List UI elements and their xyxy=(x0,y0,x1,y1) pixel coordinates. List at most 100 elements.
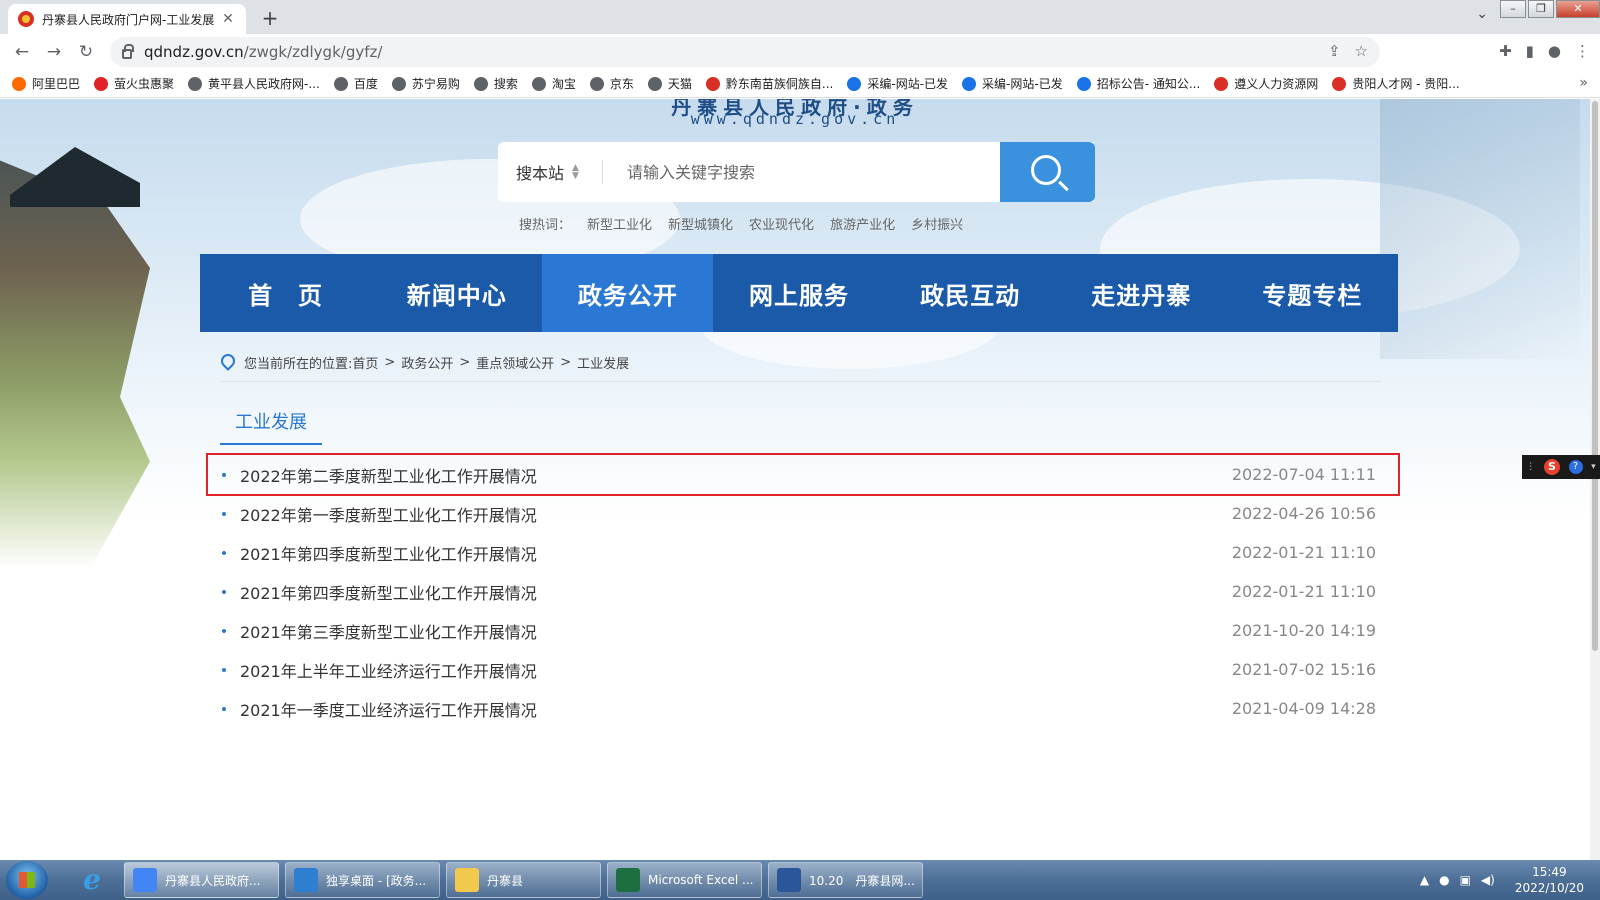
tray-expand-icon[interactable]: ▲ xyxy=(1420,873,1429,887)
bookmark-star-icon[interactable]: ☆ xyxy=(1355,42,1368,60)
bookmark-item[interactable]: 百度 xyxy=(333,75,378,92)
profile-avatar-icon[interactable]: ● xyxy=(1548,42,1561,60)
taskbar-window-button[interactable]: 独享桌面 - [政务... xyxy=(285,862,440,898)
ime-toolbar: ⋮ S ? ▾ xyxy=(1522,455,1600,479)
bookmark-item[interactable]: 采编-网站-已发 xyxy=(962,75,1063,92)
bookmark-item[interactable]: 采编-网站-已发 xyxy=(847,75,948,92)
bookmark-item[interactable]: 淘宝 xyxy=(531,75,576,92)
bookmark-item[interactable]: 黔东南苗族侗族自... xyxy=(705,75,833,92)
tab-search-chevron-icon[interactable]: ⌄ xyxy=(1476,6,1488,22)
news-title-link[interactable]: 2021年一季度工业经济运行工作开展情况 xyxy=(240,697,1232,721)
extensions-puzzle-icon[interactable]: ✚ xyxy=(1499,42,1512,60)
new-tab-button[interactable]: + xyxy=(258,6,282,30)
news-date: 2022-01-21 11:10 xyxy=(1231,543,1376,562)
search-scope-label: 搜本站 xyxy=(516,164,565,183)
news-date: 2021-04-09 14:28 xyxy=(1231,699,1376,718)
clock[interactable]: 15:49 2022/10/20 xyxy=(1515,864,1584,896)
page-scrollbar[interactable] xyxy=(1590,99,1600,860)
back-arrow-icon[interactable]: ← xyxy=(6,42,38,62)
nav-item[interactable]: 网上服务 xyxy=(713,254,884,332)
taskbar-window-button[interactable]: 丹寨县 xyxy=(446,862,601,898)
bookmark-item[interactable]: 天猫 xyxy=(647,75,692,92)
bookmark-item[interactable]: 萤火虫惠聚 xyxy=(94,75,174,92)
bookmark-item[interactable]: 遵义人力资源网 xyxy=(1214,75,1318,92)
side-panel-icon[interactable]: ▮ xyxy=(1526,42,1534,60)
news-list-item[interactable]: 2021年第四季度新型工业化工作开展情况 2022-01-21 11:10 xyxy=(208,572,1398,611)
lock-icon[interactable] xyxy=(122,44,134,59)
breadcrumb-link[interactable]: 政务公开 xyxy=(401,353,453,372)
close-window-button[interactable]: ✕ xyxy=(1556,0,1600,18)
hot-word-link[interactable]: 新型工业化 xyxy=(587,214,652,233)
url-host: qdndz.gov.cn xyxy=(144,43,244,61)
news-list-item[interactable]: 2021年第四季度新型工业化工作开展情况 2022-01-21 11:10 xyxy=(208,533,1398,572)
search-scope-select[interactable]: 搜本站 ▲ ▼ xyxy=(498,160,603,184)
news-title-link[interactable]: 2022年第二季度新型工业化工作开展情况 xyxy=(240,463,1232,487)
news-list-item[interactable]: 2021年第三季度新型工业化工作开展情况 2021-10-20 14:19 xyxy=(208,611,1398,650)
hot-word-link[interactable]: 旅游产业化 xyxy=(830,214,895,233)
tab-close-icon[interactable]: ✕ xyxy=(220,11,236,27)
bookmark-favicon-icon xyxy=(94,76,109,91)
bookmark-item[interactable]: 京东 xyxy=(589,75,634,92)
taskbar-window-button[interactable]: 丹寨县人民政府... xyxy=(124,862,279,898)
news-title-link[interactable]: 2021年第四季度新型工业化工作开展情况 xyxy=(240,580,1232,604)
section-tab-industry[interactable]: 工业发展 xyxy=(220,399,322,445)
start-button[interactable] xyxy=(6,861,48,899)
taskbar-window-button[interactable]: 10.20 丹寨县网... xyxy=(768,862,923,898)
bookmarks-overflow-icon[interactable]: » xyxy=(1579,75,1588,91)
bookmark-item[interactable]: 贵阳人才网 - 贵阳... xyxy=(1332,75,1460,92)
nav-item[interactable]: 政务公开 xyxy=(542,254,714,332)
news-date: 2021-10-20 14:19 xyxy=(1231,621,1376,640)
news-list-item[interactable]: 2022年第二季度新型工业化工作开展情况 2022-07-04 11:11 xyxy=(206,453,1400,496)
news-list-item[interactable]: 2021年一季度工业经济运行工作开展情况 2021-04-09 14:28 xyxy=(208,689,1398,728)
bookmark-item[interactable]: 搜索 xyxy=(473,75,518,92)
share-icon[interactable]: ⇪ xyxy=(1328,42,1341,60)
app-icon xyxy=(616,868,640,892)
nav-item[interactable]: 政民互动 xyxy=(885,254,1056,332)
bookmark-favicon-icon xyxy=(1076,76,1091,91)
bookmark-favicon-icon xyxy=(705,76,720,91)
sogou-ime-icon[interactable]: S xyxy=(1543,459,1560,475)
reload-icon[interactable]: ↻ xyxy=(70,42,102,62)
browser-tab-active[interactable]: 丹寨县人民政府门户网-工业发展 ✕ xyxy=(8,4,246,34)
hot-word-link[interactable]: 新型城镇化 xyxy=(668,214,733,233)
tab-strip: 丹寨县人民政府门户网-工业发展 ✕ + ⌄ – ❐ ✕ xyxy=(0,0,1600,34)
news-date: 2022-01-21 11:10 xyxy=(1231,582,1376,601)
hot-word-link[interactable]: 乡村振兴 xyxy=(911,214,963,233)
news-list-item[interactable]: 2022年第一季度新型工业化工作开展情况 2022-04-26 10:56 xyxy=(208,494,1398,533)
bookmark-item[interactable]: 苏宁易购 xyxy=(391,75,460,92)
breadcrumb-link[interactable]: 工业发展 xyxy=(577,353,629,372)
minimize-button[interactable]: – xyxy=(1500,0,1526,18)
news-title-link[interactable]: 2021年第三季度新型工业化工作开展情况 xyxy=(240,619,1232,643)
network-icon[interactable]: ▣ xyxy=(1460,873,1471,887)
search-button[interactable] xyxy=(1000,142,1095,202)
news-title-link[interactable]: 2021年第四季度新型工业化工作开展情况 xyxy=(240,541,1232,565)
nav-item[interactable]: 新闻中心 xyxy=(371,254,542,332)
nav-item[interactable]: 专题专栏 xyxy=(1227,254,1398,332)
news-list-item[interactable]: 2021年上半年工业经济运行工作开展情况 2021-07-02 15:16 xyxy=(208,650,1398,689)
forward-arrow-icon[interactable]: → xyxy=(38,42,70,62)
bookmark-item[interactable]: 黄平县人民政府网-... xyxy=(188,75,320,92)
news-title-link[interactable]: 2021年上半年工业经济运行工作开展情况 xyxy=(240,658,1232,682)
site-favicon-icon xyxy=(18,11,34,27)
breadcrumb-link[interactable]: 重点领域公开 xyxy=(476,353,554,372)
bookmark-item[interactable]: 阿里巴巴 xyxy=(12,75,80,92)
volume-icon[interactable]: ◀) xyxy=(1481,873,1495,887)
bookmark-item[interactable]: 招标公告- 通知公... xyxy=(1076,75,1200,92)
news-title-link[interactable]: 2022年第一季度新型工业化工作开展情况 xyxy=(240,502,1232,526)
restore-button[interactable]: ❐ xyxy=(1528,0,1554,18)
hot-words-label: 搜热词： xyxy=(519,218,572,233)
breadcrumb-link[interactable]: 首页 xyxy=(352,353,378,372)
nav-item[interactable]: 走进丹寨 xyxy=(1056,254,1227,332)
scrollbar-thumb[interactable] xyxy=(1592,101,1598,651)
news-date: 2022-07-04 11:11 xyxy=(1231,465,1376,484)
nav-item[interactable]: 首 页 xyxy=(200,254,371,332)
wechat-icon[interactable]: ● xyxy=(1439,873,1449,887)
taskbar-window-label: 丹寨县人民政府... xyxy=(165,873,261,888)
hot-word-link[interactable]: 农业现代化 xyxy=(749,214,814,233)
menu-kebab-icon[interactable]: ⋮ xyxy=(1575,42,1590,60)
taskbar-window-button[interactable]: Microsoft Excel ... xyxy=(607,862,762,898)
help-icon[interactable]: ? xyxy=(1568,460,1583,474)
internet-explorer-icon[interactable]: e xyxy=(74,862,110,898)
address-bar[interactable]: qdndz.gov.cn/zwgk/zdlygk/gyfz/ ⇪ ☆ xyxy=(110,37,1380,67)
bookmark-favicon-icon xyxy=(473,76,488,91)
